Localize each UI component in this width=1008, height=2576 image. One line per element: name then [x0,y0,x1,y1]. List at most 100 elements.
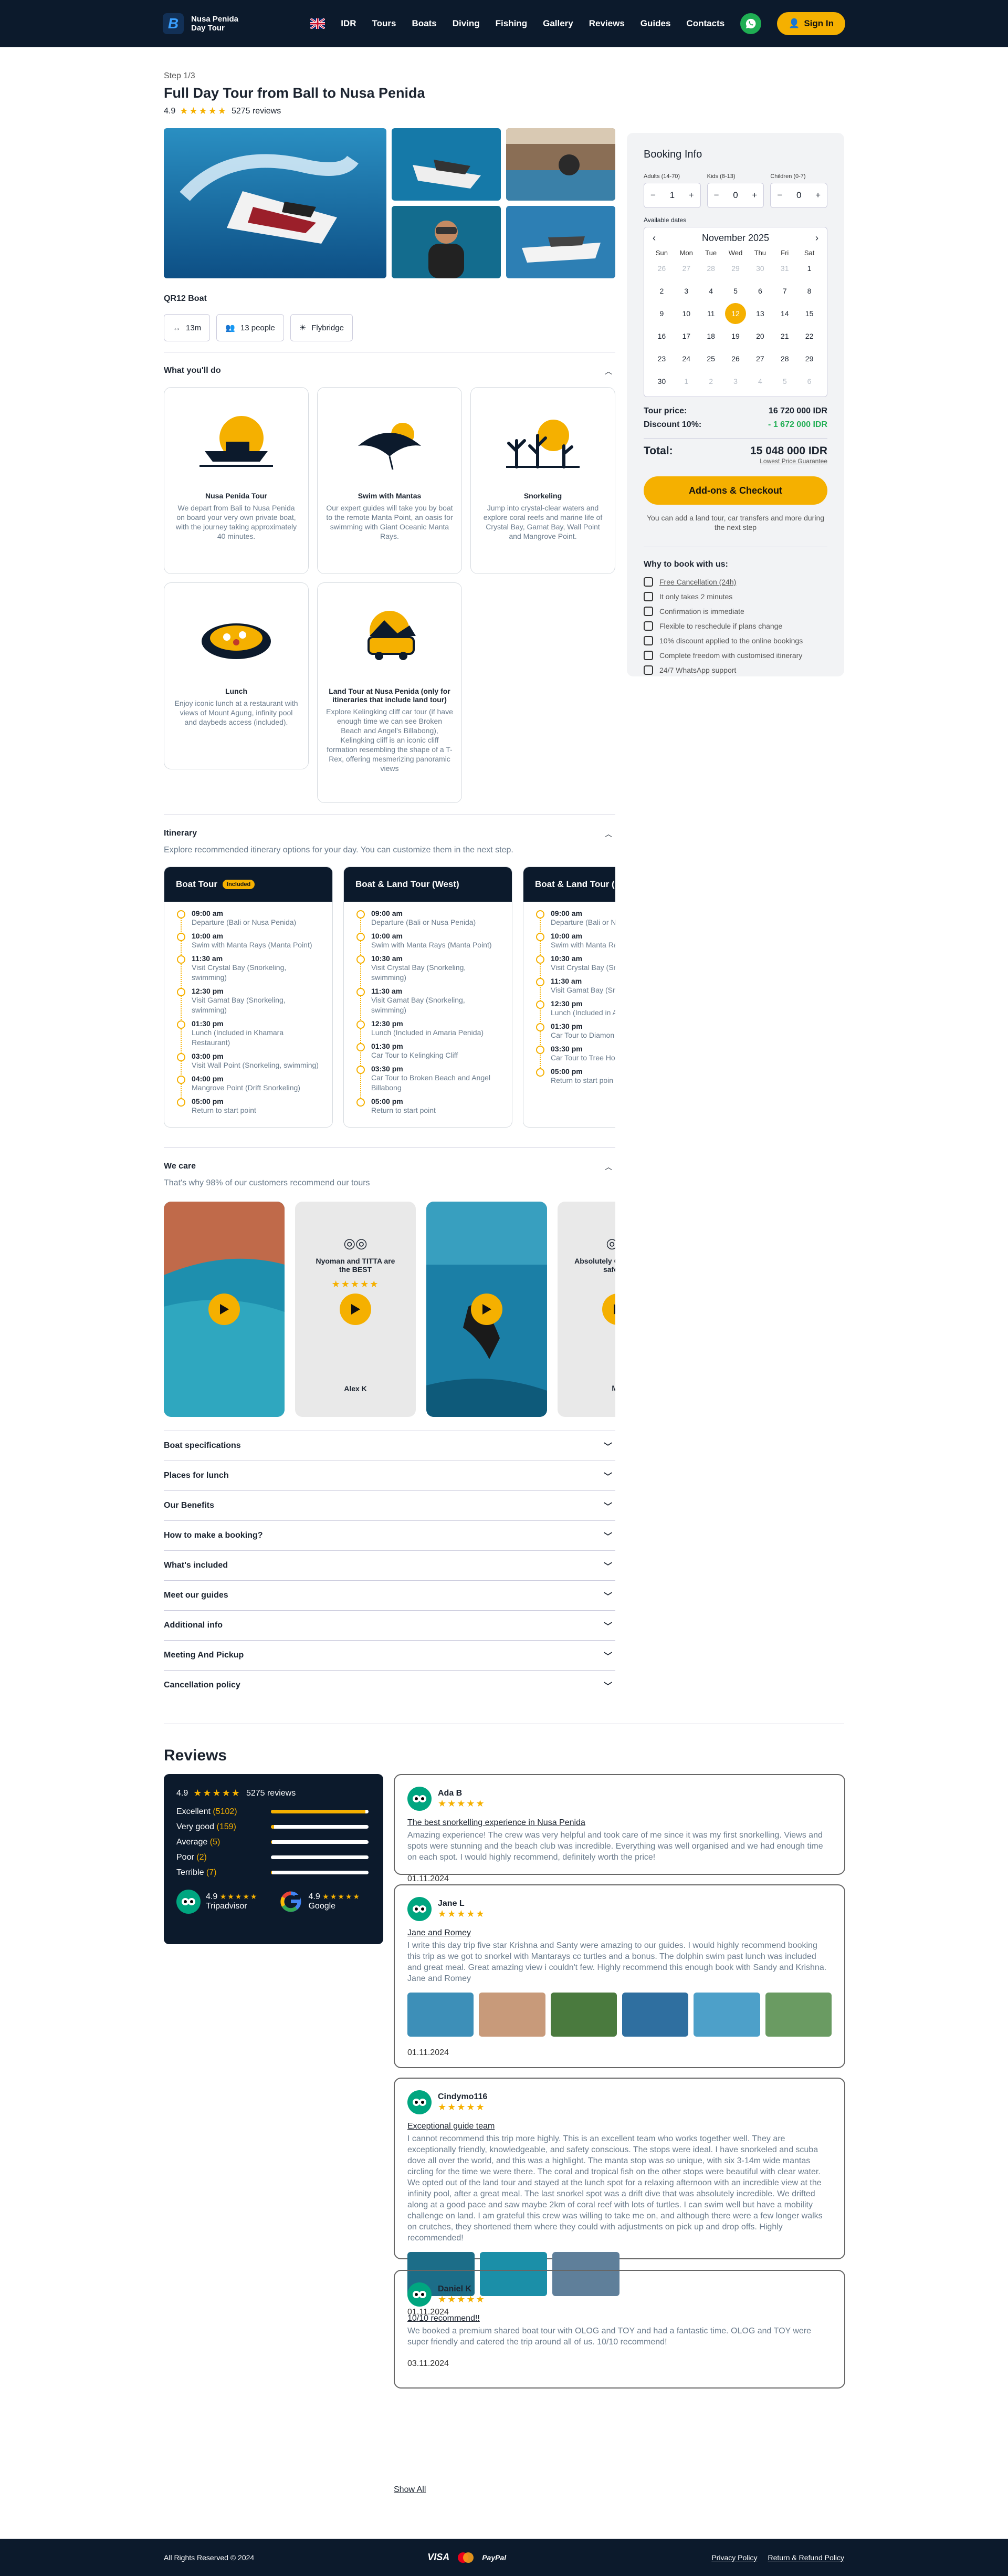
kids-stepper[interactable]: − 0 + [707,183,764,208]
review-photo[interactable] [694,1993,760,2037]
accordion-how-to-make-a-booking[interactable]: How to make a booking? ﹀ [164,1520,615,1550]
nav-guides[interactable]: Guides [640,18,671,29]
calendar-day[interactable]: 24 [674,347,699,370]
privacy-link[interactable]: Privacy Policy [711,2553,757,2562]
accordion-places-for-lunch[interactable]: Places for lunch ﹀ [164,1461,615,1490]
chevron-left-icon[interactable]: ‹ [653,233,656,244]
price-guarantee-link[interactable]: Lowest Price Guarantee [644,457,827,465]
plus-icon[interactable]: + [815,190,821,201]
tripadvisor-badge[interactable]: 4.9 ★★★★★ Tripadvisor [176,1890,258,1914]
children-stepper[interactable]: − 0 + [770,183,828,208]
gallery-image-4[interactable] [392,206,501,278]
calendar-day[interactable]: 11 [699,302,723,325]
nav-boats[interactable]: Boats [412,18,436,29]
calendar-day[interactable]: 17 [674,325,699,347]
calendar-day[interactable]: 28 [772,347,797,370]
calendar-day[interactable]: 13 [748,302,772,325]
review-photo[interactable] [479,1993,545,2037]
calendar-day[interactable]: 30 [649,370,674,392]
calendar-day[interactable]: 16 [649,325,674,347]
calendar-day[interactable]: 25 [699,347,723,370]
sign-in-button[interactable]: 👤 Sign In [777,12,845,35]
play-icon[interactable] [471,1294,502,1325]
chevron-right-icon[interactable]: › [815,233,818,244]
accordion-meeting-and-pickup[interactable]: Meeting And Pickup ﹀ [164,1640,615,1670]
calendar-day[interactable]: 5 [723,279,748,302]
accordion-what-s-included[interactable]: What's included ﹀ [164,1550,615,1580]
review-title[interactable]: Jane and Romey [407,1928,832,1938]
minus-icon[interactable]: − [714,190,719,201]
review-photo[interactable] [765,1993,832,2037]
calendar-day[interactable]: 7 [772,279,797,302]
currency-selector[interactable]: IDR [341,18,356,29]
calendar-day[interactable]: 1 [797,257,822,279]
chevron-up-icon[interactable]: ︿ [605,366,612,377]
gallery-image-5[interactable] [506,206,615,278]
calendar-day[interactable]: 26 [723,347,748,370]
calendar-day[interactable]: 27 [748,347,772,370]
calendar-day[interactable]: 22 [797,325,822,347]
plus-icon[interactable]: + [752,190,757,201]
accordion-boat-specifications[interactable]: Boat specifications ﹀ [164,1431,615,1461]
adults-stepper[interactable]: − 1 + [644,183,701,208]
review-title[interactable]: The best snorkelling experience in Nusa … [407,1818,832,1828]
itinerary-card[interactable]: Boat Tour Included 09:00 am Departure (Bali… [164,867,333,1128]
review-photo[interactable] [407,1993,474,2037]
review-title[interactable]: Exceptional guide team [407,2122,832,2131]
calendar-day[interactable]: 23 [649,347,674,370]
reviews-count[interactable]: 5275 reviews [232,107,281,116]
accordion-our-benefits[interactable]: Our Benefits ﹀ [164,1490,615,1520]
calendar-day[interactable]: 18 [699,325,723,347]
review-photo[interactable] [622,1993,689,2037]
itinerary-card[interactable]: Boat & Land Tour (West) 09:00 am Departure… [343,867,512,1128]
video-card[interactable] [426,1202,547,1417]
calendar-day[interactable]: 6 [748,279,772,302]
itinerary-carousel[interactable]: Boat Tour Included 09:00 am Departure (Bali… [164,867,615,1128]
calendar-day[interactable]: 19 [723,325,748,347]
nav-gallery[interactable]: Gallery [543,18,573,29]
calendar-day[interactable]: 10 [674,302,699,325]
nav-contacts[interactable]: Contacts [686,18,724,29]
show-all-link[interactable]: Show All [394,2485,426,2495]
play-icon[interactable] [208,1294,240,1325]
video-card[interactable] [164,1202,285,1417]
review-title[interactable]: 10/10 recommend!! [407,2314,832,2323]
nav-reviews[interactable]: Reviews [589,18,625,29]
play-icon[interactable] [340,1294,371,1325]
calendar-day[interactable]: 8 [797,279,822,302]
accordion-additional-info[interactable]: Additional info ﹀ [164,1610,615,1640]
accordion-meet-our-guides[interactable]: Meet our guides ﹀ [164,1580,615,1610]
calendar-day[interactable]: 9 [649,302,674,325]
refund-link[interactable]: Return & Refund Policy [768,2553,844,2562]
review-photo[interactable] [550,1993,617,2037]
plus-icon[interactable]: + [689,190,694,201]
accordion-cancellation-policy[interactable]: Cancellation policy ﹀ [164,1670,615,1700]
nav-tours[interactable]: Tours [372,18,396,29]
chevron-up-icon[interactable]: ︿ [605,829,612,839]
calendar-day[interactable]: 2 [649,279,674,302]
calendar-day[interactable]: 21 [772,325,797,347]
review-video-card[interactable]: ◎◎ Nyoman and TITTA are the BEST ★★★★★ A… [295,1202,416,1417]
review-video-card[interactable]: ◎◎ Absolutely Great boat so safe, am Mil… [558,1202,615,1417]
nav-diving[interactable]: Diving [453,18,480,29]
minus-icon[interactable]: − [650,190,656,201]
calendar-day-selected[interactable]: 12 [723,302,748,325]
itinerary-card[interactable]: Boat & Land Tour (E 09:00 am Departure (Ba… [523,867,615,1128]
logo[interactable]: B Nusa Penida Day Tour [163,13,238,34]
gallery-image-3[interactable] [506,128,615,201]
calendar-day[interactable]: 4 [699,279,723,302]
gallery-main-image[interactable] [164,128,386,278]
google-badge[interactable]: 4.9 ★★★★★ Google [279,1890,360,1914]
whatsapp-icon[interactable] [740,13,762,34]
chevron-up-icon[interactable]: ︿ [605,1162,612,1172]
nav-fishing[interactable]: Fishing [496,18,527,29]
why-item[interactable]: Free Cancellation (24h) [644,575,827,589]
uk-flag-icon[interactable] [310,18,326,29]
calendar-day[interactable]: 15 [797,302,822,325]
calendar-day[interactable]: 29 [797,347,822,370]
calendar-day[interactable]: 3 [674,279,699,302]
minus-icon[interactable]: − [777,190,782,201]
calendar-day[interactable]: 20 [748,325,772,347]
calendar-day[interactable]: 14 [772,302,797,325]
gallery-image-2[interactable] [392,128,501,201]
